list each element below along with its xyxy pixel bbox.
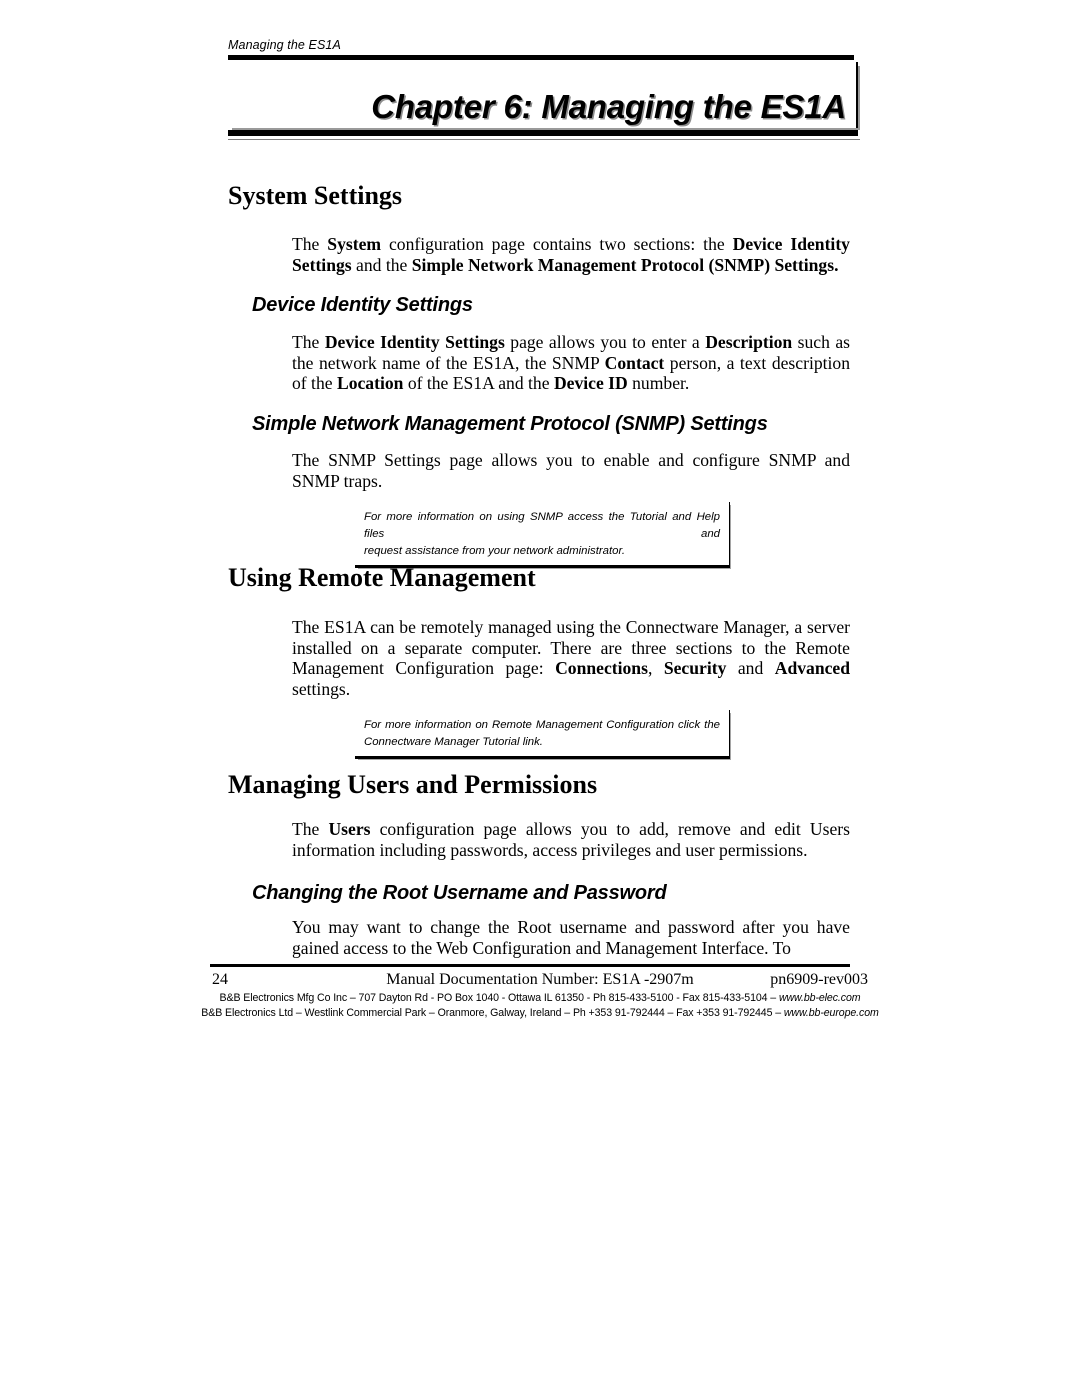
note-line-2: request assistance from your network adm… bbox=[364, 545, 626, 557]
note-box-remote-management: For more information on Remote Managemen… bbox=[355, 710, 730, 759]
text-run: The bbox=[292, 819, 329, 839]
footer-address-us: B&B Electronics Mfg Co Inc – 707 Dayton … bbox=[0, 992, 1080, 1004]
footer-rule bbox=[210, 964, 850, 967]
document-page: Managing the ES1A Chapter 6: Managing th… bbox=[0, 0, 1080, 1397]
heading-system-settings: System Settings bbox=[228, 181, 403, 210]
text-run-bold: Device ID bbox=[553, 373, 628, 394]
text-run: settings. bbox=[292, 678, 351, 699]
chapter-rule-thin bbox=[228, 139, 860, 140]
text-run-bold: Users bbox=[328, 819, 371, 839]
text-run: , bbox=[647, 658, 664, 679]
heading-changing-root: Changing the Root Username and Password bbox=[252, 882, 667, 904]
note-line-1: For more information on Remote Managemen… bbox=[364, 719, 720, 731]
heading-device-identity-settings: Device Identity Settings bbox=[252, 294, 473, 316]
text-run-bold: Description bbox=[705, 332, 793, 352]
text-run: and bbox=[726, 658, 775, 679]
text-run: number. bbox=[627, 373, 690, 394]
text-run-bold: Security bbox=[663, 658, 727, 679]
footer-address-eu: B&B Electronics Ltd – Westlink Commercia… bbox=[0, 1007, 1080, 1019]
paragraph-using-remote-management: The ES1A can be remotely managed using t… bbox=[292, 617, 850, 699]
text-run: B&B Electronics Mfg Co Inc – 707 Dayton … bbox=[219, 992, 779, 1004]
paragraph-system-settings: The System configuration page contains t… bbox=[292, 234, 850, 275]
text-run-bold: System bbox=[327, 234, 382, 254]
text-run: and the bbox=[351, 254, 412, 275]
heading-managing-users: Managing Users and Permissions bbox=[228, 770, 598, 799]
footer-url-eu: www.bb-europe.com bbox=[783, 1007, 879, 1019]
note-line-1: For more information on using SNMP acces… bbox=[364, 511, 720, 540]
heading-snmp-settings: Simple Network Management Protocol (SNMP… bbox=[252, 413, 768, 435]
note-line-2: Connectware Manager Tutorial link. bbox=[364, 736, 543, 748]
text-run: page allows you to enter a bbox=[504, 332, 706, 352]
paragraph-changing-root: You may want to change the Root username… bbox=[292, 917, 850, 958]
chapter-title-box: Chapter 6: Managing the ES1A bbox=[228, 62, 858, 128]
paragraph-managing-users: The Users configuration page allows you … bbox=[292, 819, 850, 860]
paragraph-snmp-settings: The SNMP Settings page allows you to ena… bbox=[292, 450, 850, 491]
text-run: The SNMP Settings page allows you to ena… bbox=[292, 450, 850, 491]
text-run: The bbox=[292, 234, 328, 254]
text-run: configuration page allows you to add, re… bbox=[292, 819, 850, 860]
text-run-bold: Location bbox=[336, 373, 404, 394]
text-run: B&B Electronics Ltd – Westlink Commercia… bbox=[201, 1007, 784, 1019]
footer-url-us: www.bb-elec.com bbox=[778, 992, 861, 1004]
text-run-bold: Advanced bbox=[774, 658, 851, 679]
chapter-rule-thick bbox=[228, 130, 858, 138]
paragraph-device-identity: The Device Identity Settings page allows… bbox=[292, 332, 850, 394]
note-box-snmp: For more information on using SNMP acces… bbox=[355, 502, 730, 568]
text-run: configuration page contains two sections… bbox=[381, 234, 733, 254]
header-rule bbox=[228, 55, 854, 60]
chapter-title: Chapter 6: Managing the ES1A bbox=[371, 88, 846, 125]
text-run-bold: Simple Network Management Protocol (SNMP… bbox=[411, 254, 839, 275]
text-run-bold: Device Identity Settings bbox=[324, 332, 505, 352]
text-run: The bbox=[292, 332, 325, 352]
text-run: of the ES1A and the bbox=[403, 373, 554, 394]
heading-using-remote-management: Using Remote Management bbox=[228, 563, 536, 592]
running-header: Managing the ES1A bbox=[228, 38, 341, 52]
text-run-bold: Contact bbox=[604, 352, 665, 373]
text-run-bold: Connections bbox=[555, 658, 648, 679]
footer-doc-number: Manual Documentation Number: ES1A -2907m bbox=[386, 971, 694, 988]
footer-part-number: pn6909-rev003 bbox=[770, 971, 868, 988]
text-run: You may want to change the Root username… bbox=[292, 917, 850, 958]
